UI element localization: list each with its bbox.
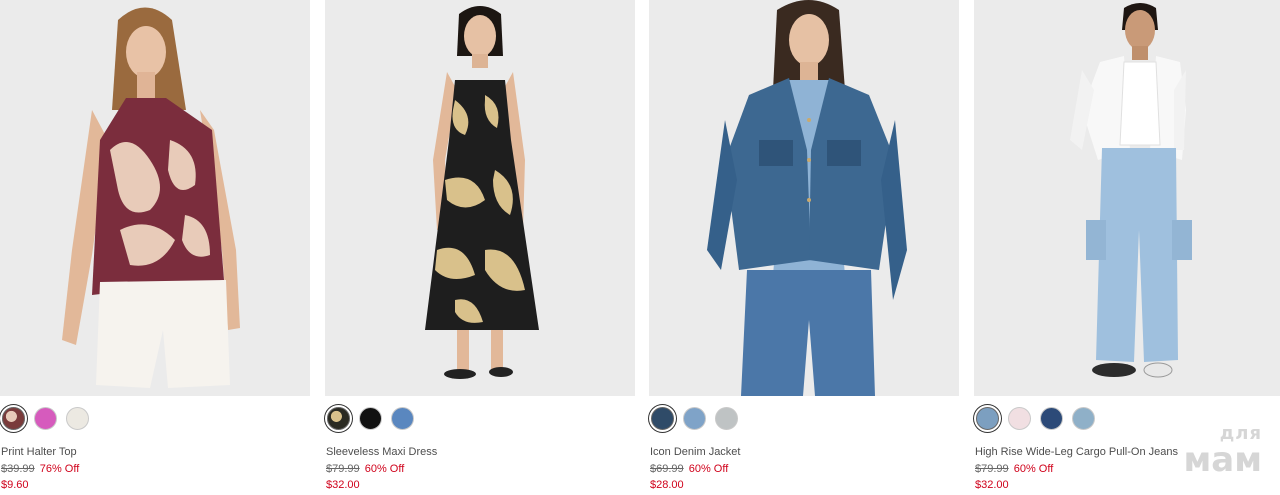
product-image[interactable] bbox=[974, 0, 1280, 396]
discount-label: 76% Off bbox=[39, 463, 80, 475]
color-swatches bbox=[2, 407, 89, 433]
product-image[interactable] bbox=[325, 0, 635, 396]
product-image[interactable] bbox=[0, 0, 310, 396]
price-row: $39.99 76% Off bbox=[1, 461, 301, 477]
discount-label: 60% Off bbox=[364, 463, 405, 475]
sale-price: $9.60 bbox=[1, 479, 29, 491]
color-swatch[interactable] bbox=[1040, 407, 1063, 430]
color-swatch[interactable] bbox=[1072, 407, 1095, 430]
sale-price: $28.00 bbox=[650, 479, 684, 491]
original-price: $69.99 bbox=[650, 463, 684, 475]
color-swatch[interactable] bbox=[976, 407, 999, 430]
sale-price: $32.00 bbox=[326, 479, 360, 491]
original-price: $39.99 bbox=[1, 463, 35, 475]
color-swatch[interactable] bbox=[66, 407, 89, 430]
product-name[interactable]: Icon Denim Jacket bbox=[650, 445, 950, 459]
product-name[interactable]: Sleeveless Maxi Dress bbox=[326, 445, 626, 459]
color-swatch[interactable] bbox=[1008, 407, 1031, 430]
watermark-logo: для мам bbox=[1183, 425, 1262, 480]
product-card[interactable]: Print Halter Top $39.99 76% Off $9.60 bbox=[0, 0, 310, 495]
product-card[interactable]: Icon Denim Jacket $69.99 60% Off $28.00 bbox=[649, 0, 959, 495]
discount-label: 60% Off bbox=[688, 463, 729, 475]
color-swatches bbox=[327, 407, 414, 433]
color-swatch[interactable] bbox=[391, 407, 414, 430]
color-swatch[interactable] bbox=[34, 407, 57, 430]
original-price: $79.99 bbox=[975, 463, 1009, 475]
color-swatch[interactable] bbox=[683, 407, 706, 430]
product-info: Print Halter Top $39.99 76% Off $9.60 bbox=[1, 445, 301, 493]
watermark-line2: мам bbox=[1183, 440, 1262, 480]
color-swatch[interactable] bbox=[327, 407, 350, 430]
product-grid: Print Halter Top $39.99 76% Off $9.60 Sl… bbox=[0, 0, 1280, 495]
price-row: $69.99 60% Off bbox=[650, 461, 950, 477]
color-swatch[interactable] bbox=[651, 407, 674, 430]
color-swatches bbox=[976, 407, 1095, 433]
color-swatch[interactable] bbox=[359, 407, 382, 430]
product-name[interactable]: Print Halter Top bbox=[1, 445, 301, 459]
color-swatch[interactable] bbox=[2, 407, 25, 430]
product-info: Icon Denim Jacket $69.99 60% Off $28.00 bbox=[650, 445, 950, 493]
product-card[interactable]: Sleeveless Maxi Dress $79.99 60% Off $32… bbox=[325, 0, 635, 495]
product-image[interactable] bbox=[649, 0, 959, 396]
color-swatch[interactable] bbox=[715, 407, 738, 430]
product-card[interactable]: High Rise Wide-Leg Cargo Pull-On Jeans $… bbox=[974, 0, 1280, 495]
product-info: Sleeveless Maxi Dress $79.99 60% Off $32… bbox=[326, 445, 626, 493]
original-price: $79.99 bbox=[326, 463, 360, 475]
color-swatches bbox=[651, 407, 738, 433]
discount-label: 60% Off bbox=[1013, 463, 1054, 475]
price-row: $79.99 60% Off bbox=[326, 461, 626, 477]
